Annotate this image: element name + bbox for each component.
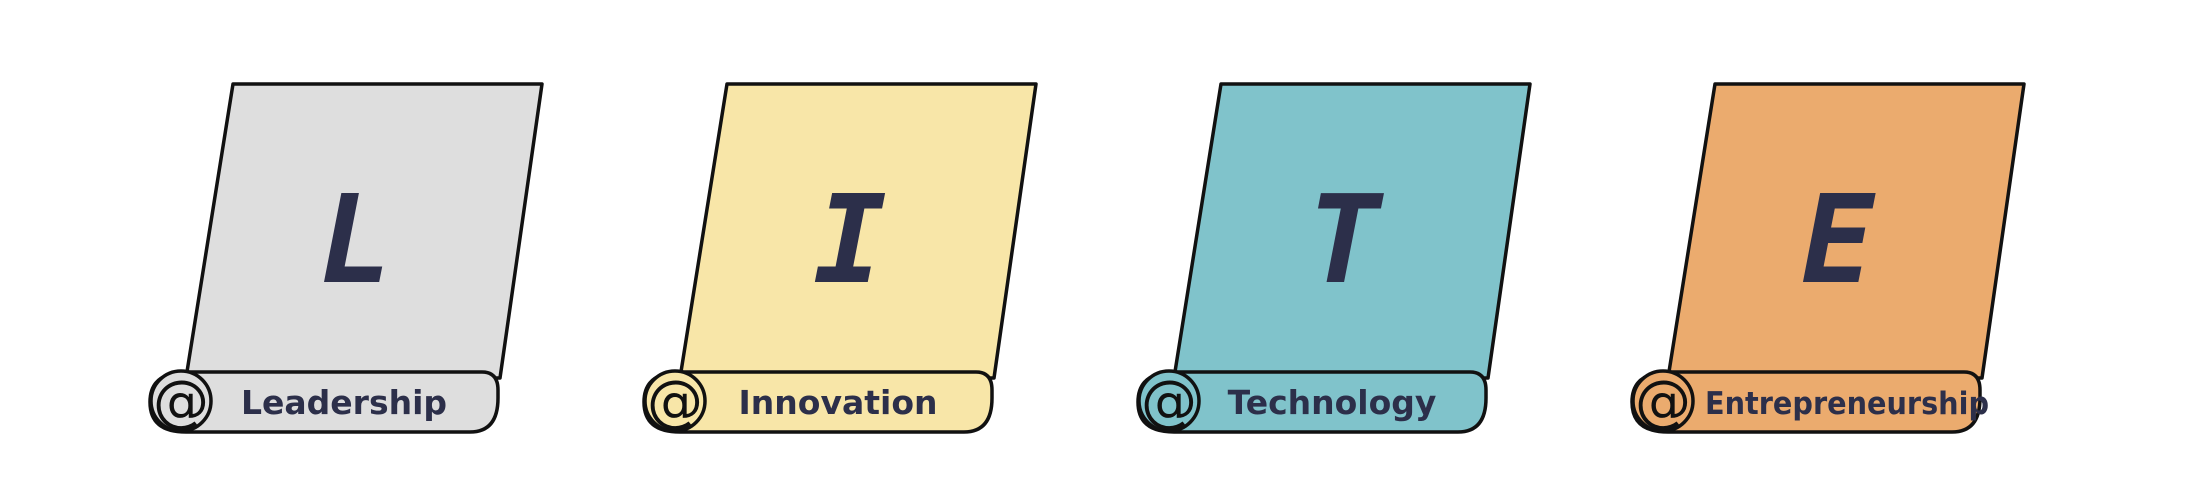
card-technology: @ T Technology xyxy=(1136,82,1532,434)
banner-letter: T xyxy=(1307,169,1384,311)
card-innovation: @ I Innovation xyxy=(642,82,1038,434)
banner-letter: L xyxy=(319,169,392,311)
at-symbol: @ xyxy=(1141,369,1197,434)
card-leadership: @ L Leadership xyxy=(148,82,544,434)
card-entrepreneurship: @ E Entrepreneurship xyxy=(1630,82,2026,434)
at-symbol: @ xyxy=(647,369,703,434)
banner-label: Innovation xyxy=(739,383,938,422)
banner-label: Technology xyxy=(1228,383,1437,422)
banner-label: Leadership xyxy=(241,383,447,422)
banner-letter: I xyxy=(813,169,886,311)
at-symbol: @ xyxy=(1635,369,1691,434)
lite-diagram: @ L Leadership @ I Innovation @ T Technology @ E En… xyxy=(148,82,2026,434)
at-symbol: @ xyxy=(153,369,209,434)
banner-letter: E xyxy=(1801,169,1876,311)
banner-label: Entrepreneurship xyxy=(1705,386,1989,422)
